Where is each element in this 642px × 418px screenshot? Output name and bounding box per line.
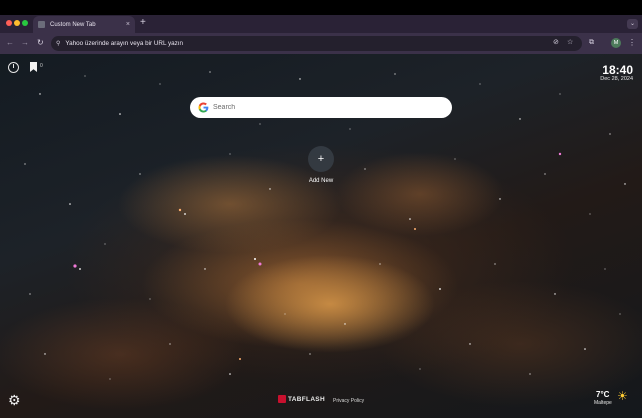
profile-avatar[interactable]: M [611,38,621,48]
tab-search-button[interactable]: ⌄ [627,19,638,29]
reload-icon[interactable]: ↻ [37,38,44,48]
menu-dots-icon[interactable]: ⋮ [628,38,636,48]
address-bar[interactable]: ⚲ Yahoo üzerinde arayın veya bir URL yaz… [51,36,582,51]
forward-arrow-icon[interactable]: → [21,38,29,48]
tabflash-name: TABFLASH [288,395,325,403]
bookmark-count: 0 [40,63,43,69]
clock-date: Dec 28, 2024 [600,76,633,82]
clock-time: 18:40 [602,63,633,77]
history-clock-icon[interactable] [8,62,19,73]
eye-off-icon[interactable]: ⊘ [553,38,559,48]
search-input[interactable] [213,104,433,111]
screen-top-bar [0,0,642,15]
new-tab-page: 0 18:40 Dec 28, 2024 + Add New ⚙ TABFLAS… [0,54,642,418]
tabflash-mark-icon [278,395,286,403]
window-maximize-button[interactable] [22,20,28,26]
tab-title: Custom New Tab [50,21,96,28]
window-close-button[interactable] [6,20,12,26]
weather-temperature: 7°C [596,390,610,399]
add-shortcut-label[interactable]: Add New [291,178,351,184]
star-icon[interactable]: ☆ [567,38,573,48]
bookmark-icon[interactable] [30,62,37,72]
privacy-policy-link[interactable]: Privacy Policy [333,398,364,404]
google-g-icon [198,102,209,113]
weather-city: Maltepe [594,400,612,406]
site-settings-icon[interactable]: ⚲ [56,40,60,47]
tab-custom-new-tab[interactable]: Custom New Tab × [33,16,135,33]
address-bar-text[interactable]: Yahoo üzerinde arayın veya bir URL yazın [65,40,183,47]
sun-icon: ☀ [617,389,628,403]
window-minimize-button[interactable] [14,20,20,26]
tab-favicon-icon [38,21,45,28]
extensions-icon[interactable]: ⧉ [589,38,594,48]
search-box[interactable] [190,97,452,118]
back-arrow-icon[interactable]: ← [6,38,14,48]
gear-icon[interactable]: ⚙ [8,393,22,407]
new-tab-button[interactable]: + [140,18,146,28]
add-shortcut-button[interactable]: + [308,146,334,172]
tab-close-icon[interactable]: × [126,21,130,28]
tabflash-logo[interactable]: TABFLASH [278,395,325,403]
